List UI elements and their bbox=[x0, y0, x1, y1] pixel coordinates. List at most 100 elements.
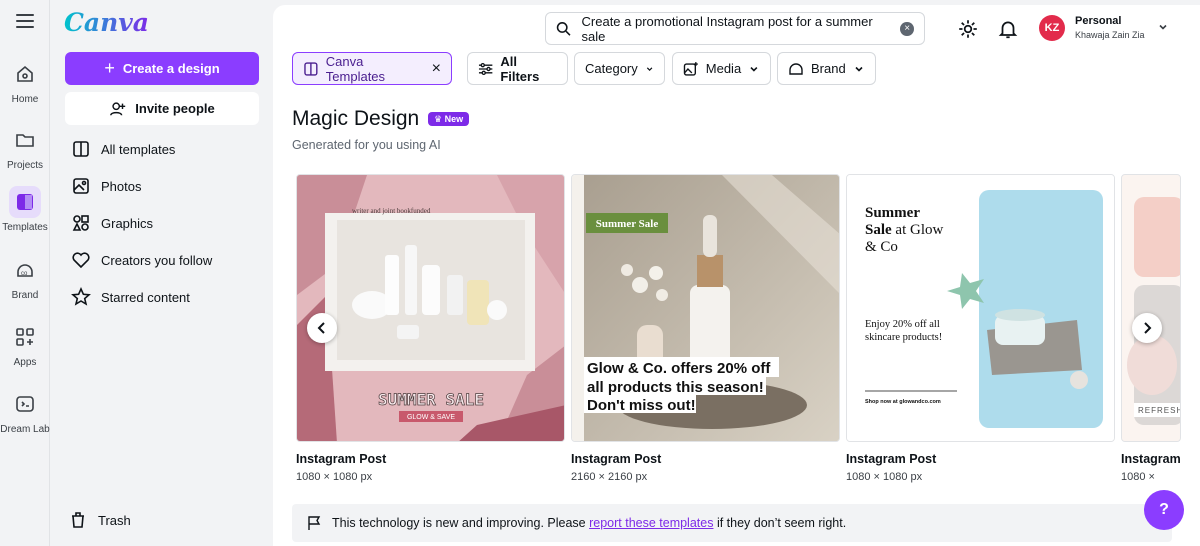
card1-headline: SUMMER SALE bbox=[378, 390, 484, 409]
card2-line1: Glow & Co. offers 20% off bbox=[587, 360, 771, 377]
nav-label: Trash bbox=[98, 512, 131, 528]
rail-label-templates: Templates bbox=[2, 222, 48, 233]
card3-title-bold-2: Sale bbox=[865, 222, 892, 238]
card1-top-text: writer and joint bookfunded bbox=[352, 207, 431, 215]
card3-type: Instagram Post bbox=[846, 452, 937, 466]
folder-icon bbox=[9, 124, 41, 156]
category-dropdown[interactable]: Category bbox=[574, 52, 665, 85]
nav-graphics[interactable]: Graphics bbox=[71, 211, 153, 235]
rail-item-apps[interactable]: Apps bbox=[0, 321, 50, 368]
card4-badge: REFRESH bbox=[1138, 406, 1181, 415]
svg-text:co: co bbox=[21, 271, 28, 277]
nav-starred-content[interactable]: Starred content bbox=[71, 285, 190, 309]
chevron-right-icon bbox=[1144, 322, 1152, 334]
dream-lab-icon bbox=[9, 388, 41, 420]
card4-size: 1080 × bbox=[1121, 471, 1155, 483]
notice-pre: This technology is new and improving. Pl… bbox=[332, 516, 590, 530]
main-content: Create a promotional Instagram post for … bbox=[273, 5, 1200, 546]
template-card-1[interactable]: SUMMER SALE GLOW & SAVE writer and joint… bbox=[296, 174, 565, 442]
nav-trash[interactable]: Trash bbox=[68, 508, 131, 532]
carousel-next-button[interactable] bbox=[1132, 313, 1162, 343]
create-design-button[interactable]: + Create a design bbox=[65, 52, 259, 85]
all-filters-button[interactable]: All Filters bbox=[467, 52, 568, 85]
notifications-bell-icon[interactable] bbox=[997, 18, 1019, 40]
chevron-down-icon[interactable] bbox=[1157, 21, 1169, 33]
card1-tagline: GLOW & SAVE bbox=[407, 414, 455, 421]
nav-photos[interactable]: Photos bbox=[71, 174, 141, 198]
heart-icon bbox=[72, 252, 90, 269]
card3-body-line2: skincare products! bbox=[865, 332, 942, 343]
invite-people-button[interactable]: Invite people bbox=[65, 92, 259, 125]
notice-text: This technology is new and improving. Pl… bbox=[332, 516, 846, 530]
card2-line3: Don't miss out! bbox=[587, 397, 696, 414]
avatar[interactable]: KZ bbox=[1039, 15, 1065, 41]
chevron-down-icon bbox=[646, 66, 653, 71]
flag-icon bbox=[308, 516, 321, 530]
filter-label: Canva Templates bbox=[325, 53, 386, 84]
photo-icon bbox=[73, 178, 89, 194]
media-dropdown[interactable]: Media bbox=[672, 52, 771, 85]
feedback-notice: This technology is new and improving. Pl… bbox=[292, 504, 1172, 542]
card2-type: Instagram Post bbox=[571, 452, 662, 466]
report-templates-link[interactable]: report these templates bbox=[589, 516, 713, 530]
filter-label: Category bbox=[585, 61, 638, 76]
nav-label: Graphics bbox=[101, 215, 154, 231]
card3-footer: Shop now at glowandco.com bbox=[865, 399, 941, 405]
new-badge: ♛ New bbox=[428, 112, 470, 126]
template-grid-icon bbox=[73, 141, 89, 157]
settings-icon[interactable] bbox=[957, 18, 979, 40]
card1-size: 1080 × 1080 px bbox=[296, 471, 373, 483]
filter-label: All Filters bbox=[500, 53, 540, 84]
rail-label-dream-lab: Dream Lab bbox=[0, 424, 50, 435]
search-icon bbox=[556, 21, 571, 36]
remove-filter-icon[interactable]: × bbox=[432, 60, 441, 78]
invite-people-label: Invite people bbox=[135, 101, 215, 116]
account-name: Khawaja Zain Zia bbox=[1075, 30, 1145, 40]
rail-item-dream-lab[interactable]: Dream Lab bbox=[0, 388, 50, 435]
new-badge-label: New bbox=[444, 114, 464, 124]
rail-label-brand: Brand bbox=[11, 290, 39, 301]
magic-design-subtitle: Generated for you using AI bbox=[292, 138, 441, 152]
filter-canva-templates[interactable]: Canva Templates × bbox=[292, 52, 452, 85]
chevron-down-icon bbox=[855, 66, 863, 72]
notice-post: if they don’t seem right. bbox=[713, 516, 847, 530]
template-card-3[interactable]: Summer Sale at Glow & Co Enjoy 20% off a… bbox=[846, 174, 1115, 442]
account-type: Personal bbox=[1075, 15, 1122, 27]
nav-all-templates[interactable]: All templates bbox=[71, 137, 175, 161]
template-card-2[interactable]: Summer Sale Glow & Co. offers 20% off al… bbox=[571, 174, 840, 442]
card2-tag: Summer Sale bbox=[596, 218, 659, 230]
search-bar[interactable]: Create a promotional Instagram post for … bbox=[545, 12, 925, 45]
help-button[interactable]: ? bbox=[1144, 490, 1184, 530]
graphics-icon bbox=[72, 215, 89, 231]
home-icon bbox=[9, 58, 41, 90]
brand-dropdown[interactable]: Brand bbox=[777, 52, 876, 85]
clear-search-icon[interactable]: × bbox=[900, 21, 915, 36]
rail-item-brand[interactable]: co Brand bbox=[0, 254, 50, 301]
rail-item-projects[interactable]: Projects bbox=[0, 124, 50, 171]
left-rail: Home Projects Templates co Brand Apps Dr… bbox=[0, 0, 50, 546]
search-input[interactable]: Create a promotional Instagram post for … bbox=[582, 14, 891, 44]
rail-label-apps: Apps bbox=[13, 357, 37, 368]
card2-size: 2160 × 2160 px bbox=[571, 471, 648, 483]
magic-design-title: Magic Design bbox=[292, 107, 420, 130]
account-switcher[interactable]: Personal Khawaja Zain Zia bbox=[1075, 15, 1145, 40]
sliders-icon bbox=[478, 62, 493, 75]
plus-icon: + bbox=[104, 58, 115, 78]
carousel-prev-button[interactable] bbox=[307, 313, 337, 343]
card1-type: Instagram Post bbox=[296, 452, 387, 466]
template-thumbnail-glow-co: Summer Sale Glow & Co. offers 20% off al… bbox=[572, 175, 839, 441]
template-card-4[interactable]: REFRESH bbox=[1121, 174, 1181, 442]
canva-logo[interactable]: Canva bbox=[64, 8, 149, 37]
template-grid-icon bbox=[304, 61, 318, 76]
rail-item-home[interactable]: Home bbox=[0, 58, 50, 105]
template-thumbnail-refresh: REFRESH bbox=[1122, 175, 1181, 441]
apps-icon bbox=[9, 321, 41, 353]
nav-label: Creators you follow bbox=[101, 252, 213, 268]
nav-creators-you-follow[interactable]: Creators you follow bbox=[71, 248, 212, 272]
filter-label: Brand bbox=[811, 61, 846, 76]
nav-label: Photos bbox=[101, 178, 142, 194]
template-thumbnail-summer-sale: SUMMER SALE GLOW & SAVE writer and joint… bbox=[297, 175, 564, 441]
menu-icon[interactable] bbox=[16, 14, 34, 30]
card4-type: Instagram bbox=[1121, 452, 1181, 466]
rail-item-templates[interactable]: Templates bbox=[0, 186, 50, 233]
